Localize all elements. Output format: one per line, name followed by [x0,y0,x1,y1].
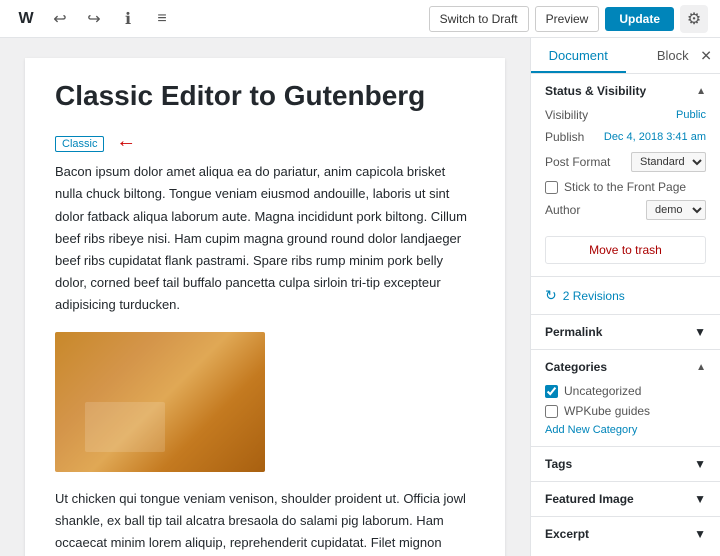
categories-section: Categories ▲ Uncategorized WPKube guides… [531,350,720,447]
editor-area: Classic Editor to Gutenberg Classic ← Ba… [0,38,530,556]
publish-label: Publish [545,130,584,144]
switch-draft-button[interactable]: Switch to Draft [429,6,529,32]
excerpt-chevron-icon: ▼ [694,527,706,541]
permalink-chevron-icon: ▼ [694,325,706,339]
category-item-wpkube: WPKube guides [545,404,706,418]
preview-button[interactable]: Preview [535,6,600,32]
publish-value[interactable]: Dec 4, 2018 3:41 am [604,131,706,143]
categories-content: Uncategorized WPKube guides Add New Cate… [531,384,720,446]
post-format-select[interactable]: Standard Aside Image Video [631,152,706,172]
featured-image-title: Featured Image [545,492,634,506]
visibility-value[interactable]: Public [676,109,706,121]
close-sidebar-button[interactable]: ✕ [700,47,712,64]
visibility-row: Visibility Public [545,108,706,122]
visibility-label: Visibility [545,108,588,122]
author-label: Author [545,203,580,217]
author-select[interactable]: demo admin [646,200,706,220]
category-label-uncategorized: Uncategorized [564,384,641,398]
categories-title: Categories [545,360,607,374]
category-checkbox-uncategorized[interactable] [545,385,558,398]
status-visibility-header[interactable]: Status & Visibility ▲ [531,74,720,108]
toolbar-left: W ↩ ↪ ℹ ≡ [12,5,423,33]
publish-row: Publish Dec 4, 2018 3:41 am [545,130,706,144]
tags-title: Tags [545,457,572,471]
revisions-icon: ↻ [545,287,557,304]
redo-icon: ↪ [87,9,100,29]
settings-button[interactable]: ⚙ [680,5,708,33]
red-arrow-icon: ← [116,130,136,153]
toolbar-right: Switch to Draft Preview Update ⚙ [429,5,708,33]
status-visibility-title: Status & Visibility [545,84,646,98]
body-text-2: Ut chicken qui tongue veniam venison, sh… [55,488,475,556]
stick-front-row: Stick to the Front Page [545,180,706,194]
revisions-label: 2 Revisions [563,289,625,303]
stick-front-label: Stick to the Front Page [564,180,686,194]
tags-section[interactable]: Tags ▼ [531,447,720,482]
permalink-section[interactable]: Permalink ▼ [531,315,720,350]
body-text-1: Bacon ipsum dolor amet aliqua ea do pari… [55,161,475,316]
settings-icon: ⚙ [687,9,701,29]
update-button[interactable]: Update [605,7,674,31]
list-view-button[interactable]: ≡ [148,5,176,33]
stick-front-checkbox[interactable] [545,181,558,194]
tags-chevron-icon: ▼ [694,457,706,471]
toolbar: W ↩ ↪ ℹ ≡ Switch to Draft Preview Update… [0,0,720,38]
undo-icon: ↩ [53,9,66,29]
author-row: Author demo admin [545,200,706,220]
info-button[interactable]: ℹ [114,5,142,33]
excerpt-title: Excerpt [545,527,589,541]
post-image [55,332,265,472]
wp-icon: W [18,10,33,28]
post-title[interactable]: Classic Editor to Gutenberg [55,78,475,114]
revisions-row[interactable]: ↻ 2 Revisions [531,277,720,315]
category-label-wpkube: WPKube guides [564,404,650,418]
post-format-label: Post Format [545,155,610,169]
trash-button[interactable]: Move to trash [545,236,706,264]
add-new-category-link[interactable]: Add New Category [545,424,706,436]
chevron-up-icon: ▲ [696,86,706,97]
permalink-title: Permalink [545,325,602,339]
sidebar-tabs: Document Block ✕ [531,38,720,74]
status-visibility-content: Visibility Public Publish Dec 4, 2018 3:… [531,108,720,276]
sidebar: Document Block ✕ Status & Visibility ▲ V… [530,38,720,556]
category-checkbox-wpkube[interactable] [545,405,558,418]
editor-canvas: Classic Editor to Gutenberg Classic ← Ba… [25,58,505,556]
category-item-uncategorized: Uncategorized [545,384,706,398]
redo-button[interactable]: ↪ [80,5,108,33]
info-icon: ℹ [125,9,131,29]
categories-header[interactable]: Categories ▲ [531,350,720,384]
featured-image-chevron-icon: ▼ [694,492,706,506]
post-format-row: Post Format Standard Aside Image Video [545,152,706,172]
wp-icon-button[interactable]: W [12,5,40,33]
featured-image-section[interactable]: Featured Image ▼ [531,482,720,517]
main-layout: Classic Editor to Gutenberg Classic ← Ba… [0,38,720,556]
classic-label-wrap: Classic ← [55,130,475,153]
excerpt-section[interactable]: Excerpt ▼ [531,517,720,551]
status-visibility-section: Status & Visibility ▲ Visibility Public … [531,74,720,277]
categories-chevron-icon: ▲ [696,362,706,373]
list-icon: ≡ [157,10,166,28]
undo-button[interactable]: ↩ [46,5,74,33]
tab-document[interactable]: Document [531,38,626,73]
classic-label: Classic [55,136,104,152]
